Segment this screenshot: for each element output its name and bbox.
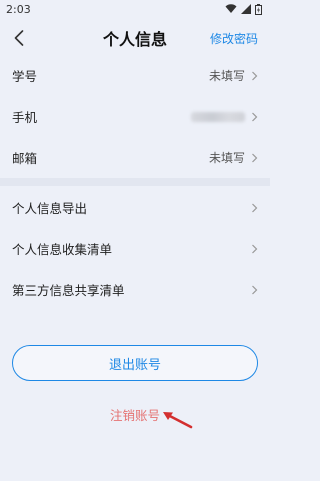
logout-button[interactable]: 退出账号 [12, 345, 258, 381]
signal-icon [241, 4, 251, 14]
links-section: 个人信息导出 个人信息收集清单 第三方信息共享清单 [0, 187, 270, 310]
status-bar: 2:03 [0, 0, 270, 18]
info-row-student-id[interactable]: 学号 未填写 [0, 55, 270, 96]
info-row-phone[interactable]: 手机 [0, 96, 270, 137]
chevron-right-icon [252, 203, 258, 212]
link-row-third-party-list[interactable]: 第三方信息共享清单 [0, 269, 270, 310]
status-time: 2:03 [6, 2, 31, 16]
link-row-label: 个人信息收集清单 [12, 242, 113, 257]
chevron-right-icon [252, 71, 258, 80]
cancel-account-link[interactable]: 注销账号 [110, 405, 160, 424]
link-row-export-info[interactable]: 个人信息导出 [0, 187, 270, 228]
battery-icon [255, 3, 262, 15]
chevron-right-icon [252, 112, 258, 121]
chevron-right-icon [252, 285, 258, 294]
status-icons [225, 3, 262, 15]
back-button[interactable] [8, 26, 30, 50]
info-row-email[interactable]: 邮箱 未填写 [0, 137, 270, 178]
page-title: 个人信息 [102, 30, 167, 49]
info-row-label: 手机 [12, 110, 38, 125]
chevron-right-icon [252, 244, 258, 253]
redacted-phone-value [191, 111, 245, 122]
back-arrow-icon [14, 30, 24, 46]
annotation-arrow-icon [163, 412, 193, 429]
info-row-label: 邮箱 [12, 151, 38, 166]
info-row-value: 未填写 [208, 151, 245, 165]
section-divider [0, 178, 270, 186]
link-row-collection-list[interactable]: 个人信息收集清单 [0, 228, 270, 269]
info-section: 学号 未填写 手机 邮箱 未填写 [0, 55, 270, 178]
link-row-label: 第三方信息共享清单 [12, 283, 125, 298]
wifi-icon [225, 4, 237, 13]
chevron-right-icon [252, 153, 258, 162]
info-row-value: 未填写 [208, 69, 245, 83]
edit-password-link[interactable]: 修改密码 [210, 30, 258, 47]
link-row-label: 个人信息导出 [12, 201, 88, 216]
info-row-label: 学号 [12, 69, 38, 84]
header: 个人信息 修改密码 [0, 18, 270, 58]
